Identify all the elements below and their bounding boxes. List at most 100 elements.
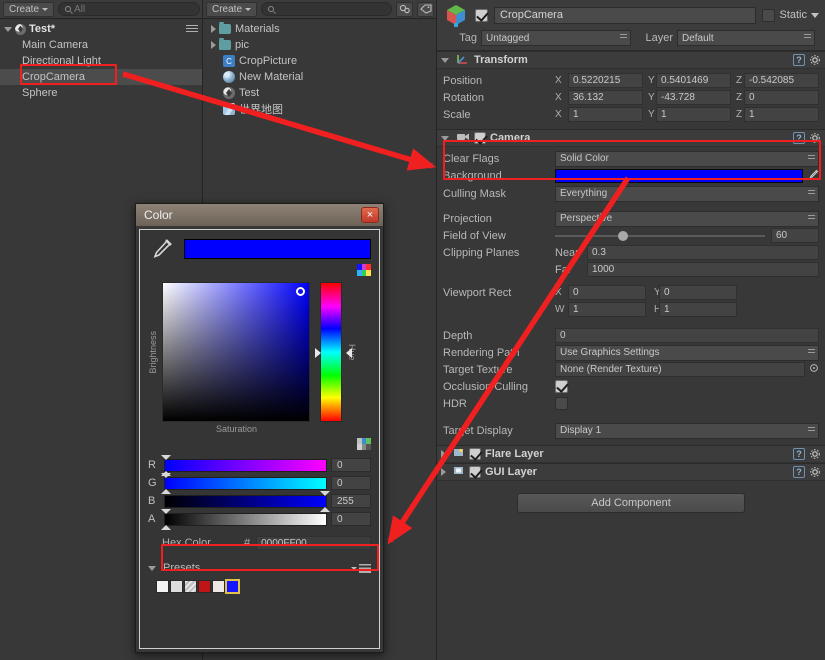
channel-b-input[interactable]: 255 [331,494,371,508]
add-component-button[interactable]: Add Component [517,493,745,513]
occlusion-culling-checkbox[interactable] [555,380,568,393]
channel-r-slider[interactable] [161,454,327,476]
slider-handle[interactable] [161,508,171,514]
gameobject-enabled-checkbox[interactable] [475,8,488,22]
chevron-right-icon[interactable] [211,25,216,33]
preset-swatch-selected[interactable] [225,579,240,594]
preset-swatch[interactable] [212,580,225,593]
channel-g-slider[interactable] [161,472,327,494]
viewport-x-input[interactable]: 0 [568,285,646,300]
flare-layer-component-header[interactable]: Flare Layer ? [437,445,825,463]
gear-icon[interactable] [809,466,821,478]
projection-dropdown[interactable]: Perspective [555,210,819,227]
hue-slider[interactable] [320,282,342,422]
project-item-new-material[interactable]: New Material [203,69,437,85]
hex-color-input[interactable]: 0000FF00 [256,536,371,550]
project-item-test[interactable]: Test [203,85,437,101]
help-icon[interactable]: ? [793,448,805,460]
hierarchy-scene-row[interactable]: Test* [0,21,203,37]
chevron-down-icon[interactable] [811,12,819,18]
project-item-world-map[interactable]: 世界地图 [203,101,437,117]
project-item-pic[interactable]: pic [203,37,437,53]
field-of-view-slider[interactable] [555,230,765,241]
sidebar-item-cropcamera[interactable]: CropCamera [0,69,203,85]
scale-y-input[interactable]: 1 [656,107,731,122]
chevron-right-icon[interactable] [441,468,446,476]
gui-layer-component-header[interactable]: GUI Layer ? [437,463,825,481]
rendering-path-dropdown[interactable]: Use Graphics Settings [555,344,819,361]
target-display-dropdown[interactable]: Display 1 [555,422,819,439]
help-icon[interactable]: ? [793,54,805,66]
camera-component-header[interactable]: Camera ? [437,129,825,147]
gameobject-name-input[interactable]: CropCamera [494,6,757,24]
presets-menu-icon[interactable] [351,563,371,573]
preset-swatch[interactable] [170,580,183,593]
chevron-down-icon[interactable] [148,565,156,571]
presets-header[interactable]: Presets [148,562,371,574]
chevron-right-icon[interactable] [441,450,446,458]
hdr-checkbox[interactable] [555,397,568,410]
project-item-materials[interactable]: Materials [203,21,437,37]
chevron-down-icon[interactable] [4,26,12,32]
channel-a-input[interactable]: 0 [331,512,371,526]
viewport-h-input[interactable]: 1 [659,302,737,317]
clear-flags-dropdown[interactable]: Solid Color [555,150,819,167]
camera-enabled-checkbox[interactable] [474,132,486,144]
project-search-input[interactable] [261,2,392,16]
hierarchy-search-input[interactable]: All [58,2,200,16]
far-input[interactable]: 1000 [587,262,819,277]
object-picker-icon[interactable] [809,363,819,376]
culling-mask-dropdown[interactable]: Everything [555,185,819,202]
filter-by-label-icon[interactable] [417,1,434,17]
sidebar-item-main-camera[interactable]: Main Camera [0,37,203,53]
gear-icon[interactable] [809,448,821,460]
close-icon[interactable]: × [361,207,379,223]
hierarchy-menu-icon[interactable] [186,24,198,34]
filter-by-type-icon[interactable] [396,1,413,17]
flare-layer-enabled-checkbox[interactable] [469,448,481,460]
preset-swatch[interactable] [156,580,169,593]
preset-swatch[interactable] [184,580,197,593]
color-swatch-toggle-icon[interactable] [357,264,371,276]
color-dialog-titlebar[interactable]: Color × [136,204,383,226]
hierarchy-create-button[interactable]: Create [3,1,55,17]
slider-handle[interactable] [161,472,171,478]
scale-z-input[interactable]: 1 [744,107,819,122]
gear-icon[interactable] [809,132,821,144]
slider-handle[interactable] [161,454,171,460]
scale-x-input[interactable]: 1 [568,107,643,122]
project-create-button[interactable]: Create [206,1,258,17]
static-checkbox[interactable] [762,8,776,22]
channel-g-input[interactable]: 0 [331,476,371,490]
rotation-y-input[interactable]: -43.728 [656,90,731,105]
help-icon[interactable]: ? [793,466,805,478]
slider-handle[interactable] [618,230,628,241]
sv-square[interactable] [162,282,310,422]
position-y-input[interactable]: 0.5401469 [656,73,731,88]
project-item-croppicture[interactable]: C CropPicture [203,53,437,69]
viewport-w-input[interactable]: 1 [568,302,646,317]
sv-cursor-handle[interactable] [296,287,305,296]
rotation-x-input[interactable]: 36.132 [568,90,643,105]
chevron-down-icon[interactable] [441,135,449,141]
transform-component-header[interactable]: Transform ? [437,51,825,69]
sidebar-item-directional-light[interactable]: Directional Light [0,53,203,69]
background-color-swatch[interactable] [555,169,803,183]
gear-icon[interactable] [809,54,821,66]
position-z-input[interactable]: -0.542085 [744,73,819,88]
rotation-z-input[interactable]: 0 [744,90,819,105]
target-texture-input[interactable]: None (Render Texture) [555,362,805,377]
eyedropper-icon[interactable] [807,169,819,184]
tag-dropdown[interactable]: Untagged [481,30,631,46]
position-x-input[interactable]: 0.5220215 [568,73,643,88]
slider-handle[interactable] [161,524,171,530]
slider-handle[interactable] [320,490,330,496]
eyedropper-icon[interactable] [148,237,174,261]
near-input[interactable]: 0.3 [587,245,819,260]
help-icon[interactable]: ? [793,132,805,144]
chevron-right-icon[interactable] [211,41,216,49]
channel-b-slider[interactable] [164,490,330,512]
layer-dropdown[interactable]: Default [677,30,815,46]
channel-r-input[interactable]: 0 [331,458,371,472]
depth-input[interactable]: 0 [555,328,819,343]
